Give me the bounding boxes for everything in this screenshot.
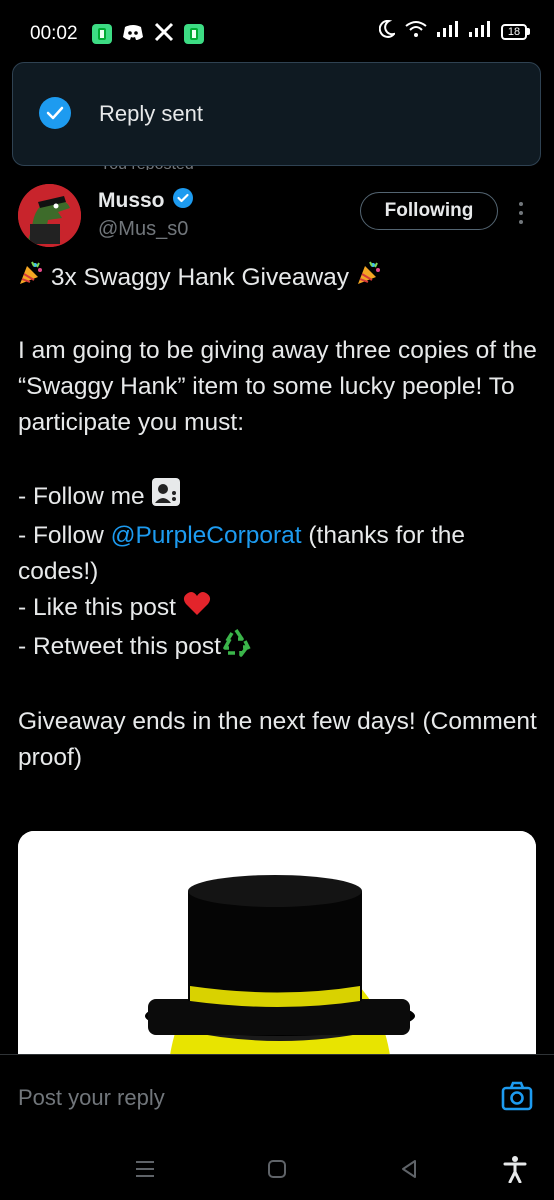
reply-input[interactable] <box>18 1083 478 1113</box>
back-icon[interactable] <box>394 1154 424 1184</box>
list-item-text: - Follow me <box>18 483 145 510</box>
accessibility-icon[interactable] <box>500 1154 530 1184</box>
battery-level: 18 <box>501 23 527 40</box>
discord-icon <box>122 23 144 46</box>
post-title-line: 3x Swaggy Hank Giveaway <box>18 260 538 297</box>
x-icon <box>154 22 174 46</box>
menu-icon[interactable] <box>130 1154 160 1184</box>
post-paragraph: I am going to be giving away three copie… <box>18 337 537 437</box>
list-item-text: - Like this post <box>18 594 176 622</box>
wifi-icon <box>405 20 427 43</box>
check-circle-icon <box>39 97 71 129</box>
post-media-image[interactable] <box>18 831 536 1071</box>
author-name-row: Musso <box>98 188 193 213</box>
camera-icon[interactable] <box>500 1079 534 1113</box>
reply-bar <box>0 1054 554 1138</box>
home-icon[interactable] <box>262 1154 292 1184</box>
system-icons: 18 <box>378 19 530 43</box>
author-name[interactable]: Musso <box>98 189 165 213</box>
post-title: 3x Swaggy Hank Giveaway <box>50 264 350 291</box>
list-item: - Retweet this post <box>18 627 538 668</box>
mention-link[interactable]: @PurpleCorporat <box>111 522 302 549</box>
post-text: 3x Swaggy Hank Giveaway I am going to be… <box>18 260 538 776</box>
status-bar: 00:02 18 <box>0 0 554 64</box>
heart-icon <box>183 590 211 627</box>
battery-icon: 18 <box>501 23 530 40</box>
system-nav-bar <box>0 1138 554 1200</box>
clock: 00:02 <box>30 23 78 44</box>
list-item: - Follow @PurpleCorporat (thanks for the… <box>18 518 538 590</box>
toast-message: Reply sent <box>99 101 203 126</box>
signal-icon <box>469 21 491 42</box>
recycle-icon <box>221 627 251 668</box>
list-item-text: - Retweet this post <box>18 633 221 661</box>
avatar[interactable] <box>18 184 81 247</box>
following-button[interactable]: Following <box>360 192 498 230</box>
verified-badge-icon <box>172 188 193 213</box>
signal-icon <box>437 21 459 42</box>
person-card-icon <box>151 477 181 518</box>
app-notification-icon <box>92 24 112 44</box>
reply-sent-toast: Reply sent <box>12 62 541 166</box>
author-handle[interactable]: @Mus_s0 <box>98 218 188 241</box>
app-notification-icon <box>184 24 204 44</box>
list-item-text: - Follow <box>18 522 111 550</box>
post-closing: Giveaway ends in the next few days! (Com… <box>18 708 537 772</box>
party-popper-icon <box>356 260 382 297</box>
list-item: - Follow me <box>18 477 538 518</box>
list-item: - Like this post <box>18 590 538 627</box>
moon-icon <box>378 19 397 43</box>
more-options-icon[interactable] <box>512 198 530 228</box>
notification-icons <box>92 22 204 46</box>
party-popper-icon <box>18 260 44 297</box>
